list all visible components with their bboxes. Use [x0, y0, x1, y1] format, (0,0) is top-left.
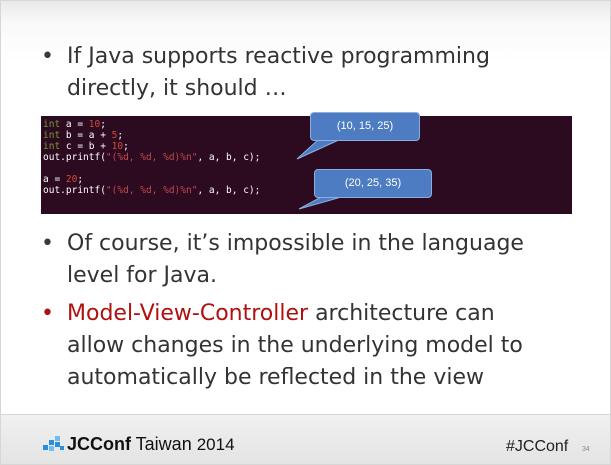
jcconf-logo-icon [43, 436, 64, 451]
callout-second-output: (20, 25, 35) [314, 169, 432, 198]
jcconf-logo-text: JCConf Taiwan 2014 [67, 434, 235, 454]
bullet-marker: • [41, 231, 54, 256]
bullet-line: allow changes in the underlying model to [67, 333, 523, 358]
bullet-text: Of course, it’s impossible in the langua… [67, 228, 524, 292]
hashtag: #JCConf [506, 438, 569, 455]
bullet-line: Of course, it’s impossible in the langua… [67, 231, 524, 256]
callout-first-output: (10, 15, 25) [310, 112, 420, 141]
bullet-marker: • [41, 301, 54, 326]
bullet-line: level for Java. [67, 263, 218, 288]
page-number: 34 [582, 446, 590, 453]
callout-pointer-first [296, 138, 342, 160]
slide: • If Java supports reactive programming … [0, 0, 611, 465]
mvc-highlight: Model-View-Controller [67, 301, 309, 326]
bullet-line: Model-View-Controller architecture can [67, 301, 495, 326]
bullet-line: automatically be reflected in the view [67, 365, 484, 390]
bullet-text: Model-View-Controller architecture can a… [67, 298, 523, 394]
